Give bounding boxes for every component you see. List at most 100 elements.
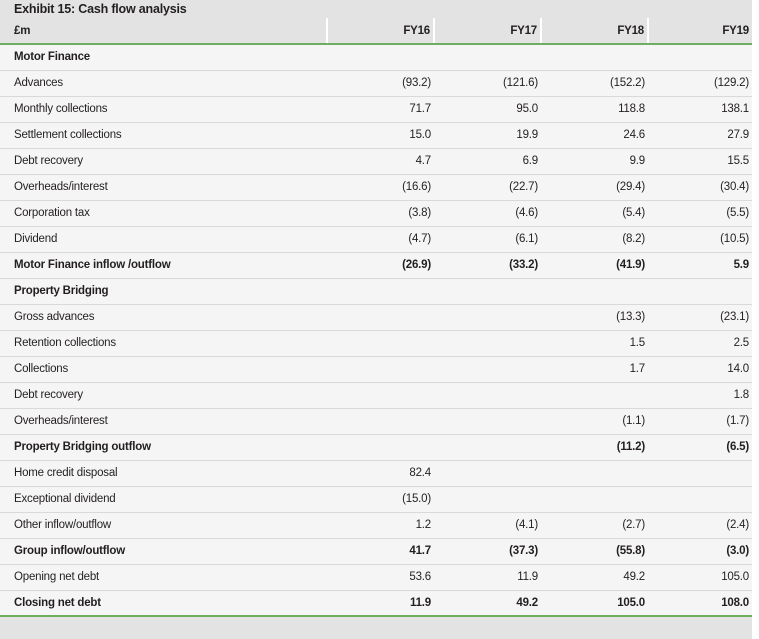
table-row: Advances (93.2) (121.6) (152.2) (129.2) — [0, 70, 752, 97]
cell-fy19 — [648, 278, 752, 305]
cell-fy19: 108.0 — [648, 590, 752, 617]
row-label: Property Bridging — [0, 278, 327, 305]
cell-fy17: 19.9 — [434, 122, 541, 149]
table-row: Overheads/interest (1.1) (1.7) — [0, 408, 752, 435]
cell-fy17 — [434, 278, 541, 305]
cell-fy16: (15.0) — [327, 486, 434, 513]
cell-fy17: 6.9 — [434, 148, 541, 175]
cell-fy18: 1.5 — [541, 330, 648, 357]
row-label: Overheads/interest — [0, 408, 327, 435]
column-header-fy19[interactable]: FY19 — [647, 18, 752, 45]
cell-fy18: 105.0 — [541, 590, 648, 617]
cell-fy19: (5.5) — [648, 200, 752, 227]
cell-fy18: (5.4) — [541, 200, 648, 227]
cell-fy16: 1.2 — [327, 512, 434, 539]
row-label: Other inflow/outflow — [0, 512, 327, 539]
cell-fy18: 118.8 — [541, 96, 648, 123]
cell-fy17: (121.6) — [434, 70, 541, 97]
table-row: Retention collections 1.5 2.5 — [0, 330, 752, 357]
cell-fy17 — [434, 330, 541, 357]
cell-fy19: (6.5) — [648, 434, 752, 461]
cell-fy16 — [327, 382, 434, 409]
cell-fy16: (26.9) — [327, 252, 434, 279]
table-header-row: £m FY16 FY17 FY18 FY19 — [0, 18, 752, 45]
cell-fy19: 2.5 — [648, 330, 752, 357]
cell-fy18: 1.7 — [541, 356, 648, 383]
cell-fy17: 11.9 — [434, 564, 541, 591]
row-label: Property Bridging outflow — [0, 434, 327, 461]
cell-fy17 — [434, 356, 541, 383]
cell-fy18: 24.6 — [541, 122, 648, 149]
row-label: Exceptional dividend — [0, 486, 327, 513]
cell-fy17: (6.1) — [434, 226, 541, 253]
cell-fy16 — [327, 434, 434, 461]
cell-fy17: 95.0 — [434, 96, 541, 123]
cell-fy16: 15.0 — [327, 122, 434, 149]
row-label: Corporation tax — [0, 200, 327, 227]
cell-fy19: (30.4) — [648, 174, 752, 201]
cell-fy17: (37.3) — [434, 538, 541, 565]
cell-fy18: (29.4) — [541, 174, 648, 201]
cell-fy16: 11.9 — [327, 590, 434, 617]
cell-fy18: (55.8) — [541, 538, 648, 565]
cell-fy18: (11.2) — [541, 434, 648, 461]
cell-fy18: (8.2) — [541, 226, 648, 253]
exhibit-container: Exhibit 15: Cash flow analysis £m FY16 F… — [0, 0, 752, 639]
cell-fy19: 138.1 — [648, 96, 752, 123]
cell-fy17 — [434, 44, 541, 71]
cell-fy17 — [434, 304, 541, 331]
cell-fy16 — [327, 408, 434, 435]
table-row: Dividend (4.7) (6.1) (8.2) (10.5) — [0, 226, 752, 253]
cell-fy17 — [434, 408, 541, 435]
cell-fy16 — [327, 278, 434, 305]
cell-fy17: (33.2) — [434, 252, 541, 279]
table-row: Debt recovery 4.7 6.9 9.9 15.5 — [0, 148, 752, 175]
cell-fy19: (129.2) — [648, 70, 752, 97]
row-label: Motor Finance — [0, 44, 327, 71]
table-row: Closing net debt 11.9 49.2 105.0 108.0 — [0, 590, 752, 617]
cell-fy16: 4.7 — [327, 148, 434, 175]
cell-fy18 — [541, 486, 648, 513]
cell-fy19 — [648, 486, 752, 513]
cell-fy18 — [541, 382, 648, 409]
table-row: Overheads/interest (16.6) (22.7) (29.4) (30.… — [0, 174, 752, 201]
table-row: Corporation tax (3.8) (4.6) (5.4) (5.5) — [0, 200, 752, 227]
cell-fy17 — [434, 382, 541, 409]
cell-fy16: 41.7 — [327, 538, 434, 565]
table-row: Motor Finance inflow /outflow (26.9) (33.2… — [0, 252, 752, 279]
row-label: Closing net debt — [0, 590, 327, 617]
row-label: Home credit disposal — [0, 460, 327, 487]
cell-fy16 — [327, 44, 434, 71]
exhibit-title: Exhibit 15: Cash flow analysis — [0, 0, 752, 18]
table-row: Other inflow/outflow 1.2 (4.1) (2.7) (2.4) — [0, 512, 752, 539]
cell-fy17 — [434, 460, 541, 487]
row-label: Overheads/interest — [0, 174, 327, 201]
cell-fy16 — [327, 356, 434, 383]
cell-fy19: 14.0 — [648, 356, 752, 383]
cell-fy19: (1.7) — [648, 408, 752, 435]
column-header-unit: £m — [0, 18, 327, 45]
row-label: Gross advances — [0, 304, 327, 331]
row-label: Advances — [0, 70, 327, 97]
table-body: Motor Finance Advances (93.2) (121.6) (152.2… — [0, 44, 752, 617]
cell-fy19 — [648, 460, 752, 487]
table-row: Home credit disposal 82.4 — [0, 460, 752, 487]
cell-fy19: 27.9 — [648, 122, 752, 149]
cell-fy18: (41.9) — [541, 252, 648, 279]
cell-fy16 — [327, 330, 434, 357]
cell-fy17: (4.1) — [434, 512, 541, 539]
cell-fy19: 5.9 — [648, 252, 752, 279]
row-label: Dividend — [0, 226, 327, 253]
table-row: Debt recovery 1.8 — [0, 382, 752, 409]
row-label: Motor Finance inflow /outflow — [0, 252, 327, 279]
cell-fy17 — [434, 486, 541, 513]
cell-fy16: (93.2) — [327, 70, 434, 97]
cell-fy17: (22.7) — [434, 174, 541, 201]
column-header-fy16[interactable]: FY16 — [326, 18, 434, 45]
column-header-fy17[interactable]: FY17 — [433, 18, 541, 45]
cell-fy16: (16.6) — [327, 174, 434, 201]
table-row: Motor Finance — [0, 44, 752, 71]
column-header-fy18[interactable]: FY18 — [540, 18, 648, 45]
cell-fy19: (10.5) — [648, 226, 752, 253]
cell-fy19 — [648, 44, 752, 71]
